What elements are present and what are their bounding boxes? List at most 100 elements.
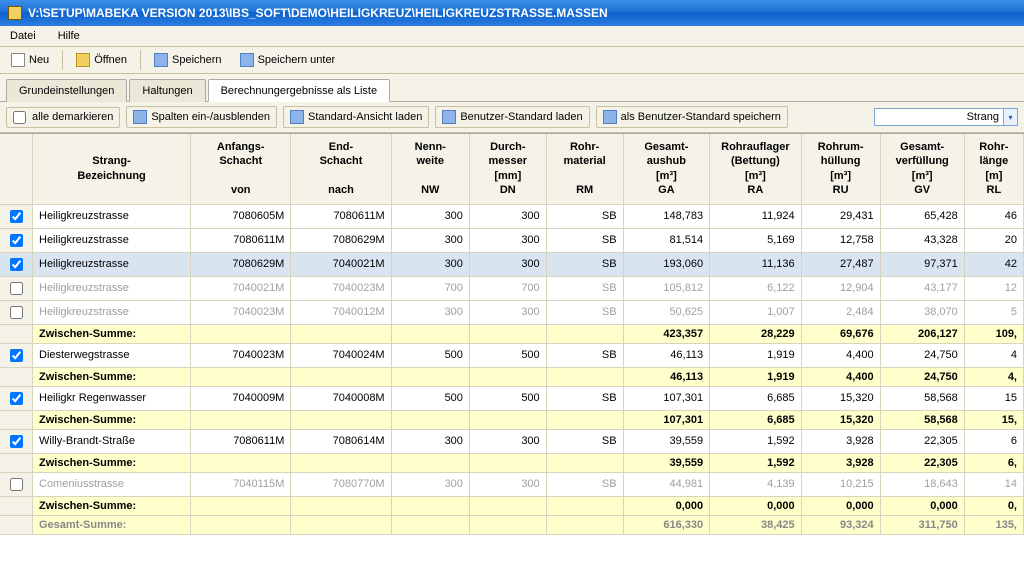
table-row[interactable]: Heiligkreuzstrasse7040023M7040012M300300…	[0, 300, 1024, 324]
cell-gv: 43,177	[880, 276, 964, 300]
cell-gv: 22,305	[880, 453, 964, 472]
table-row[interactable]: Comeniusstrasse7040115M7080770M300300SB4…	[0, 472, 1024, 496]
cell-rl: 4,	[964, 367, 1023, 386]
cell-von	[191, 367, 291, 386]
folder-open-icon	[76, 53, 90, 67]
menu-hilfe[interactable]: Hilfe	[54, 28, 84, 44]
cell-rm: SB	[546, 472, 623, 496]
spalten-button[interactable]: Spalten ein-/ausblenden	[126, 106, 277, 128]
cell-ra: 6,685	[710, 410, 802, 429]
col-anfangsschacht[interactable]: Anfangs-Schachtvon	[191, 134, 291, 204]
table-row[interactable]: Heiligkreuzstrasse7080629M7040021M300300…	[0, 252, 1024, 276]
benutzer-laden-button[interactable]: Benutzer-Standard laden	[435, 106, 589, 128]
standard-laden-button[interactable]: Standard-Ansicht laden	[283, 106, 429, 128]
col-gesamtaushub[interactable]: Gesamt-aushub[m³]GA	[623, 134, 710, 204]
row-checkbox[interactable]	[10, 234, 23, 247]
load-user-icon	[442, 110, 456, 124]
table-row[interactable]: Zwischen-Summe:39,5591,5923,92822,3056,	[0, 453, 1024, 472]
cell-gv: 22,305	[880, 429, 964, 453]
row-checkbox[interactable]	[10, 349, 23, 362]
window-title: V:\SETUP\MABEKA VERSION 2013\IBS_SOFT\DE…	[28, 6, 608, 20]
table-row[interactable]: Willy-Brandt-Straße7080611M7080614M30030…	[0, 429, 1024, 453]
cell-gv: 24,750	[880, 343, 964, 367]
cell-ra: 5,169	[710, 228, 802, 252]
row-checkbox-cell	[0, 204, 33, 228]
col-nennweite[interactable]: Nenn-weiteNW	[391, 134, 469, 204]
cell-ru: 15,320	[801, 410, 880, 429]
cell-nach: 7080614M	[291, 429, 391, 453]
cell-ra: 11,924	[710, 204, 802, 228]
table-row[interactable]: Zwischen-Summe:423,35728,22969,676206,12…	[0, 324, 1024, 343]
cell-ga: 39,559	[623, 429, 710, 453]
separator	[62, 50, 63, 70]
speichern-unter-button[interactable]: Speichern unter	[233, 49, 343, 71]
speichern-button[interactable]: Speichern	[147, 49, 229, 71]
table-row[interactable]: Zwischen-Summe:107,3016,68515,32058,5681…	[0, 410, 1024, 429]
menubar: Datei Hilfe	[0, 26, 1024, 47]
demarkieren-checkbox[interactable]	[13, 111, 26, 124]
table-row[interactable]: Gesamt-Summe:616,33038,42593,324311,7501…	[0, 515, 1024, 534]
oeffnen-button[interactable]: Öffnen	[69, 49, 134, 71]
cell-dn	[469, 367, 546, 386]
cell-ga: 46,113	[623, 343, 710, 367]
cell-ra: 4,139	[710, 472, 802, 496]
cell-strang: Heiligkr Regenwasser	[33, 386, 191, 410]
col-gesamtverfuellung[interactable]: Gesamt-verfüllung[m³]GV	[880, 134, 964, 204]
strang-combo-input[interactable]	[874, 108, 1004, 126]
tab-bar: Grundeinstellungen Haltungen Berechnunge…	[0, 74, 1024, 102]
row-checkbox[interactable]	[10, 392, 23, 405]
strang-combo-dropdown[interactable]: ▾	[1004, 108, 1018, 126]
table-row[interactable]: Heiligkr Regenwasser7040009M7040008M5005…	[0, 386, 1024, 410]
cell-nw: 300	[391, 228, 469, 252]
cell-ru: 4,400	[801, 343, 880, 367]
table-row[interactable]: Diesterwegstrasse7040023M7040024M500500S…	[0, 343, 1024, 367]
cell-ru: 93,324	[801, 515, 880, 534]
separator	[140, 50, 141, 70]
cell-gv: 43,328	[880, 228, 964, 252]
cell-gv: 58,568	[880, 410, 964, 429]
benutzer-speichern-button[interactable]: als Benutzer-Standard speichern	[596, 106, 788, 128]
cell-summary-label: Zwischen-Summe:	[33, 410, 191, 429]
tab-haltungen[interactable]: Haltungen	[129, 79, 205, 102]
table-row[interactable]: Heiligkreuzstrasse7080605M7080611M300300…	[0, 204, 1024, 228]
row-checkbox[interactable]	[10, 258, 23, 271]
sub-toolbar: alle demarkieren Spalten ein-/ausblenden…	[0, 102, 1024, 133]
cell-ga: 193,060	[623, 252, 710, 276]
tab-berechnungsergebnisse[interactable]: Berechnungergebnisse als Liste	[208, 79, 391, 102]
cell-nach: 7080770M	[291, 472, 391, 496]
col-checkbox[interactable]	[0, 134, 33, 204]
cell-rm: SB	[546, 228, 623, 252]
col-endschacht[interactable]: End-Schachtnach	[291, 134, 391, 204]
col-rohrmaterial[interactable]: Rohr-materialRM	[546, 134, 623, 204]
cell-nach: 7080629M	[291, 228, 391, 252]
row-checkbox[interactable]	[10, 282, 23, 295]
tab-grundeinstellungen[interactable]: Grundeinstellungen	[6, 79, 127, 102]
cell-ra: 1,007	[710, 300, 802, 324]
alle-demarkieren-button[interactable]: alle demarkieren	[6, 107, 120, 128]
row-checkbox[interactable]	[10, 210, 23, 223]
col-strang[interactable]: Strang-Bezeichnung	[33, 134, 191, 204]
table-row[interactable]: Zwischen-Summe:46,1131,9194,40024,7504,	[0, 367, 1024, 386]
cell-rm: SB	[546, 300, 623, 324]
cell-rl: 109,	[964, 324, 1023, 343]
menu-datei[interactable]: Datei	[6, 28, 40, 44]
cell-dn: 300	[469, 472, 546, 496]
cell-dn	[469, 324, 546, 343]
table-row[interactable]: Heiligkreuzstrasse7080611M7080629M300300…	[0, 228, 1024, 252]
row-checkbox[interactable]	[10, 478, 23, 491]
col-rohrumhuellung[interactable]: Rohrum-hüllung[m³]RU	[801, 134, 880, 204]
row-checkbox[interactable]	[10, 435, 23, 448]
cell-dn	[469, 515, 546, 534]
cell-ru: 12,758	[801, 228, 880, 252]
table-row[interactable]: Heiligkreuzstrasse7040021M7040023M700700…	[0, 276, 1024, 300]
table-row[interactable]: Zwischen-Summe:0,0000,0000,0000,0000,	[0, 496, 1024, 515]
cell-ru: 0,000	[801, 496, 880, 515]
cell-nach	[291, 496, 391, 515]
row-checkbox[interactable]	[10, 306, 23, 319]
neu-button[interactable]: Neu	[4, 49, 56, 71]
cell-rm: SB	[546, 252, 623, 276]
col-durchmesser[interactable]: Durch-messer[mm]DN	[469, 134, 546, 204]
col-rohrauflager[interactable]: Rohrauflager(Bettung)[m³]RA	[710, 134, 802, 204]
cell-rm: SB	[546, 276, 623, 300]
col-rohrlaenge[interactable]: Rohr-länge[m]RL	[964, 134, 1023, 204]
